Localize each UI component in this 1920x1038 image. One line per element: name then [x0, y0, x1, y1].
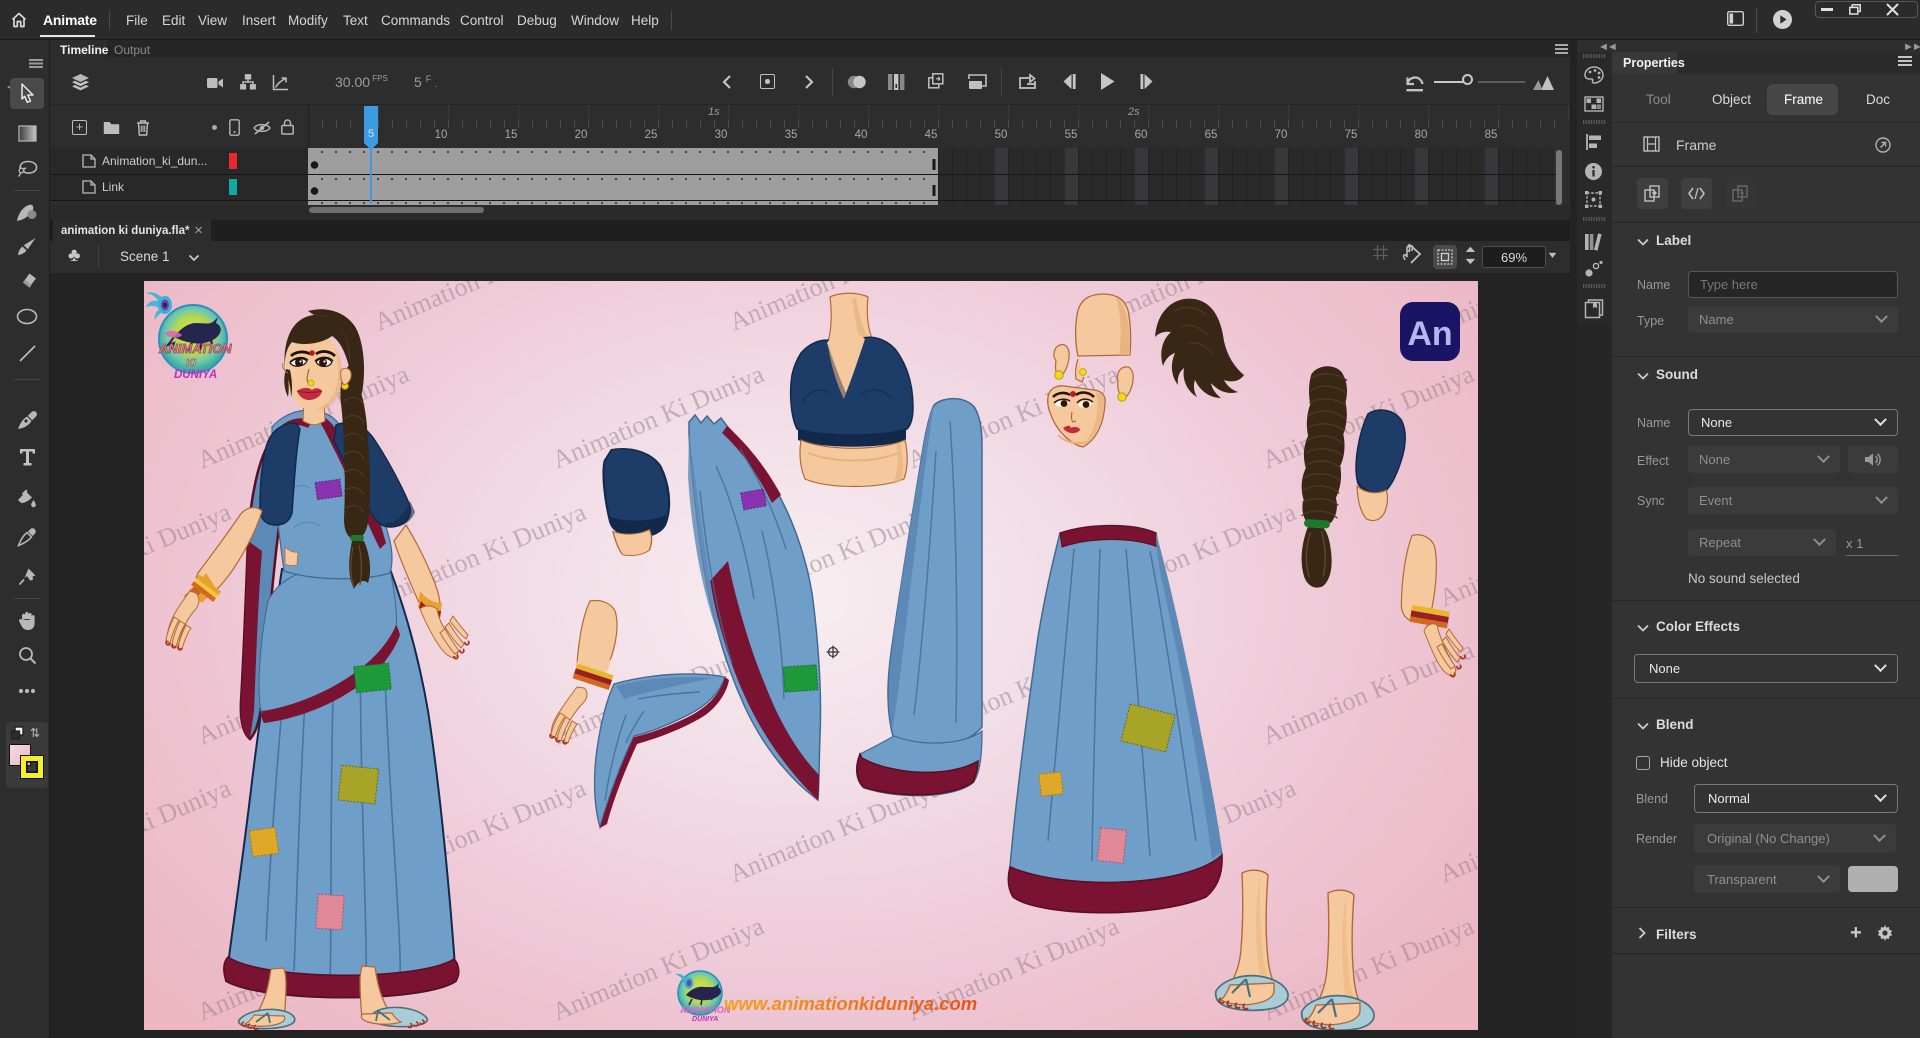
svg-text:DUNIYA: DUNIYA [174, 369, 217, 381]
svg-text:An: An [1407, 315, 1452, 353]
svg-text:Animation Ki Duniya: Animation Ki Duniya [1435, 773, 1478, 888]
svg-text:KI: KI [186, 358, 196, 369]
svg-text:www.animationkiduniya.com: www.animationkiduniya.com [724, 993, 977, 1014]
svg-text:Animation Ki Duniya: Animation Ki Duniya [1435, 497, 1478, 612]
svg-text:Animation Ki Duniya: Animation Ki Duniya [144, 773, 235, 888]
svg-text:DUNIYA: DUNIYA [692, 1016, 718, 1023]
svg-text:ANIMATION: ANIMATION [158, 341, 232, 356]
svg-text:Animation Ki Duniya: Animation Ki Duniya [370, 281, 590, 337]
